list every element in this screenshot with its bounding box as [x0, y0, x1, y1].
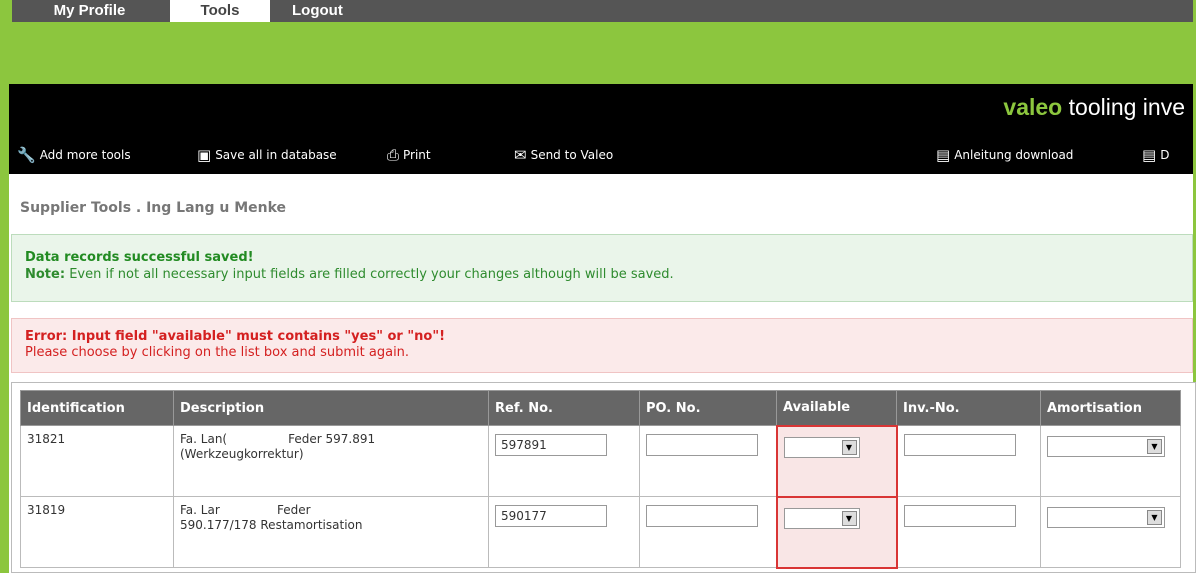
available-select[interactable]: ▼	[783, 507, 860, 529]
header-ref-no: Ref. No.	[488, 390, 640, 426]
cell-amortisation: ▼	[1040, 496, 1181, 568]
cell-description: Fa. Lar Feder 590.177/178 Restamortisati…	[173, 496, 489, 568]
description-line: Fa. Lar Feder	[180, 503, 311, 517]
amortisation-select[interactable]: ▼	[1047, 507, 1165, 528]
toolbar: 🔧 Add more tools ▣ Save all in database ⎙ P…	[9, 142, 1193, 168]
ref-no-input[interactable]: 590177	[495, 505, 607, 527]
cell-amortisation: ▼	[1040, 425, 1181, 497]
cell-available: ▼	[775, 424, 898, 498]
save-all-label: Save all in database	[215, 148, 337, 162]
page-title: Supplier Tools . Ing Lang u Menke	[20, 200, 287, 216]
cell-po-no	[639, 496, 777, 568]
header-description: Description	[173, 390, 489, 426]
tab-logout[interactable]: Logout	[272, 0, 382, 22]
description-line: Fa. Lan( Feder 597.891	[180, 432, 376, 446]
inv-no-input[interactable]	[903, 434, 1016, 456]
header-dark-band: valeo tooling inve 🔧 Add more tools ▣ Save…	[9, 84, 1193, 174]
cell-identification: 31821	[20, 425, 174, 497]
anleitung-download-button[interactable]: ▤ Anleitung download	[936, 144, 1073, 166]
english-download-label: D	[1160, 148, 1170, 162]
cell-po-no	[639, 425, 777, 497]
tab-my-profile[interactable]: My Profile	[22, 0, 157, 22]
select-arrow-icon[interactable]: ▼	[841, 439, 857, 455]
success-message: Data records successful saved! Note: Eve…	[11, 234, 1193, 302]
wrench-icon: 🔧	[17, 146, 36, 164]
error-title: Error: Input field "available" must cont…	[25, 329, 446, 344]
top-navigation: My Profile Tools Logout	[9, 0, 1193, 22]
add-more-tools-label: Add more tools	[39, 148, 131, 162]
description-line: (Werkzeugkorrektur)	[180, 447, 304, 461]
pdf-document-icon: ▤	[936, 146, 951, 164]
select-arrow-icon[interactable]: ▼	[1147, 510, 1162, 525]
frame-left-border	[0, 0, 9, 573]
amortisation-select[interactable]: ▼	[1047, 436, 1165, 457]
error-text: Please choose by clicking on the list bo…	[25, 345, 410, 360]
table-row: 31819 Fa. Lar Feder 590.177/178 Restamor…	[20, 495, 1181, 569]
error-message: Error: Input field "available" must cont…	[11, 318, 1193, 373]
save-all-button[interactable]: ▣ Save all in database	[197, 144, 337, 166]
select-arrow-icon[interactable]: ▼	[841, 510, 857, 526]
cell-inv-no	[896, 425, 1041, 497]
table-row: 31821 Fa. Lan( Feder 597.891 (Werkzeugko…	[20, 424, 1181, 498]
cell-inv-no	[896, 496, 1041, 568]
success-note-label: Note:	[25, 267, 66, 282]
cell-available: ▼	[775, 495, 898, 569]
cell-identification: 31819	[20, 496, 174, 568]
cell-ref-no: 597891	[488, 425, 640, 497]
success-note: Note: Even if not all necessary input fi…	[25, 266, 1192, 283]
header-identification: Identification	[20, 390, 174, 426]
select-arrow-icon[interactable]: ▼	[1147, 439, 1162, 454]
header-amortisation: Amortisation	[1040, 390, 1181, 426]
ref-no-input[interactable]: 597891	[495, 434, 607, 456]
add-more-tools-button[interactable]: 🔧 Add more tools	[17, 144, 131, 166]
brand-tagline: tooling inve	[1068, 94, 1185, 120]
tab-tools[interactable]: Tools	[170, 0, 270, 22]
success-note-text: Even if not all necessary input fields a…	[69, 267, 674, 282]
floppy-disk-icon: ▣	[197, 146, 212, 164]
header-po-no: PO. No.	[639, 390, 777, 426]
printer-icon: ⎙	[387, 146, 400, 164]
table-header-row: Identification Description Ref. No. PO. …	[20, 390, 1181, 426]
success-title: Data records successful saved!	[25, 250, 254, 265]
cell-ref-no: 590177	[488, 496, 640, 568]
tools-table-container: Identification Description Ref. No. PO. …	[11, 382, 1196, 573]
po-no-input[interactable]	[646, 505, 758, 527]
send-to-valeo-button[interactable]: ✉ Send to Valeo	[514, 144, 613, 166]
pdf-document-icon: ▤	[1142, 146, 1157, 164]
brand-logo-text: valeo	[1003, 94, 1063, 120]
po-no-input[interactable]	[646, 434, 758, 456]
header-inv-no: Inv.-No.	[896, 390, 1041, 426]
send-to-valeo-label: Send to Valeo	[530, 148, 614, 162]
envelope-icon: ✉	[514, 146, 527, 164]
brand-logo: valeo tooling inve	[1003, 94, 1185, 121]
anleitung-download-label: Anleitung download	[954, 148, 1074, 162]
header-green-band	[9, 22, 1193, 84]
print-label: Print	[403, 148, 431, 162]
cell-description: Fa. Lan( Feder 597.891 (Werkzeugkorrektu…	[173, 425, 489, 497]
inv-no-input[interactable]	[903, 505, 1016, 527]
print-button[interactable]: ⎙ Print	[387, 144, 431, 166]
tools-table: Identification Description Ref. No. PO. …	[20, 390, 1181, 569]
header-available: Available	[776, 390, 897, 426]
description-line: 590.177/178 Restamortisation	[180, 518, 363, 532]
english-download-button[interactable]: ▤ D	[1142, 144, 1169, 166]
available-select[interactable]: ▼	[783, 436, 860, 458]
